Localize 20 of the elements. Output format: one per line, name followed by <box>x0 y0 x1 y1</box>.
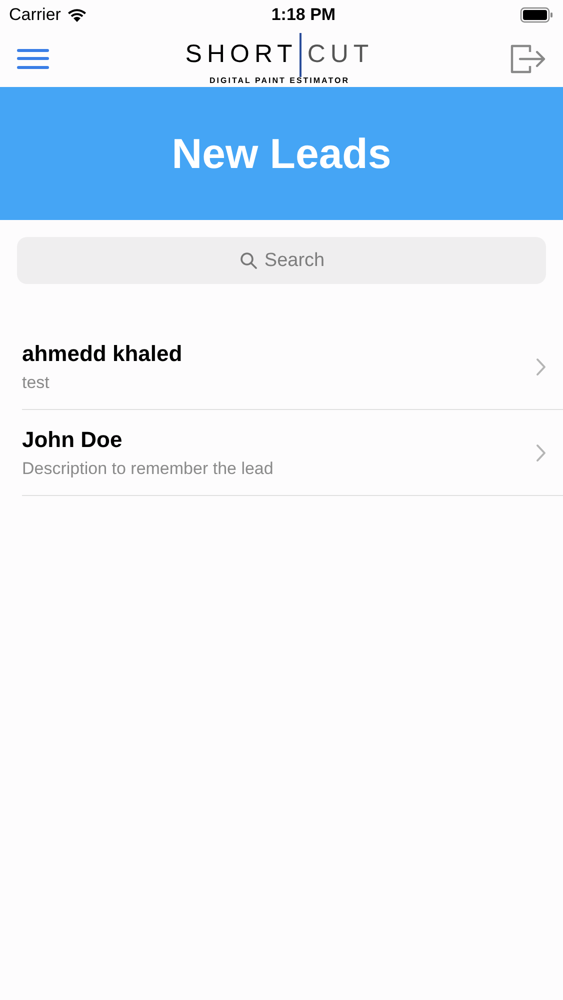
chevron-right-icon <box>536 358 546 376</box>
lead-description: test <box>22 372 50 393</box>
search-icon <box>240 252 258 270</box>
menu-icon[interactable] <box>17 48 49 68</box>
lead-name: ahmedd khaled <box>22 340 182 368</box>
search-field[interactable]: Search <box>17 237 546 284</box>
logo-text: CUT <box>307 42 374 67</box>
logo-text: SHORT <box>185 42 298 67</box>
page-title: New Leads <box>172 129 392 179</box>
lead-row[interactable]: John Doe Description to remember the lead <box>22 410 563 496</box>
lead-name: John Doe <box>22 426 124 454</box>
lead-row[interactable]: ahmedd khaled test <box>22 324 563 410</box>
clock-time: 1:18 PM <box>271 4 336 26</box>
chevron-right-icon <box>536 444 546 462</box>
carrier-label: Carrier <box>9 4 61 26</box>
battery-icon <box>520 7 554 23</box>
logout-icon[interactable] <box>510 42 546 74</box>
wifi-icon <box>66 8 87 22</box>
logo-tagline: DIGITAL PAINT ESTIMATOR <box>210 76 350 84</box>
lead-description: Description to remember the lead <box>22 458 274 479</box>
